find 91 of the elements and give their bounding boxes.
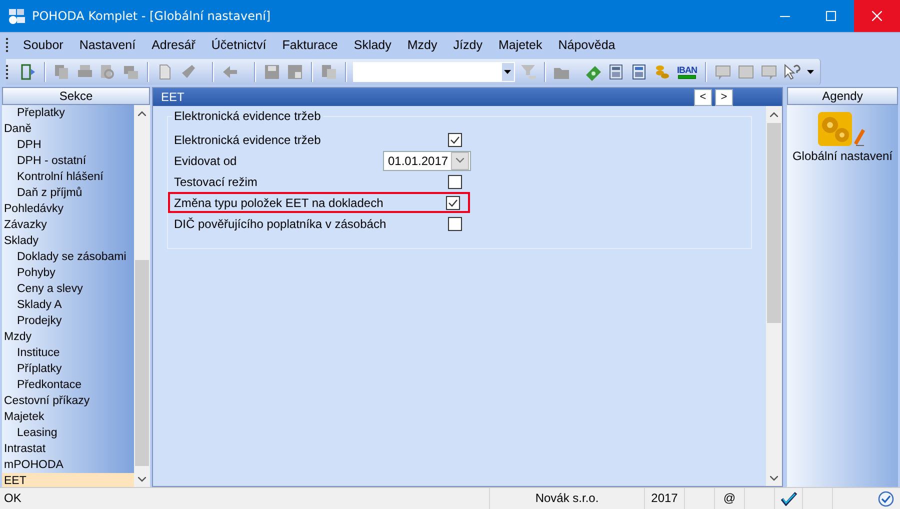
section-item[interactable]: Kontrolní hlášení xyxy=(2,169,134,185)
option-label: DIČ pověřujícího poplatníka v zásobách xyxy=(174,216,386,230)
section-item[interactable]: Pohyby xyxy=(2,265,134,281)
app-icon xyxy=(8,8,26,24)
calculator-icon[interactable] xyxy=(630,62,648,80)
check-circle-icon xyxy=(878,490,894,506)
section-item[interactable]: Daň z příjmů xyxy=(2,185,134,201)
toolbar-combo[interactable] xyxy=(353,62,515,82)
menu-item[interactable]: Nastavení xyxy=(71,38,144,52)
date-field[interactable]: 01.01.2017 xyxy=(383,150,471,170)
message-icon[interactable] xyxy=(737,62,755,80)
section-item[interactable]: Pohledávky xyxy=(2,201,134,217)
company-name: Novák s.r.o. xyxy=(490,488,645,509)
scroll-thumb[interactable] xyxy=(767,123,781,323)
menu-item[interactable]: Nápověda xyxy=(550,38,624,52)
pen-check-icon xyxy=(780,492,796,506)
scroll-up-icon[interactable] xyxy=(138,111,146,116)
agenda-item[interactable]: Globální nastavení xyxy=(792,149,893,163)
section-item[interactable]: Sklady A xyxy=(2,297,134,313)
menu-item[interactable]: Mzdy xyxy=(399,38,446,52)
section-item[interactable]: Ceny a slevy xyxy=(2,281,134,297)
menu-item[interactable]: Sklady xyxy=(346,38,400,52)
save-icon[interactable] xyxy=(263,62,281,80)
checkbox[interactable] xyxy=(446,196,460,210)
scroll-thumb[interactable] xyxy=(135,260,149,466)
section-item[interactable]: Intrastat xyxy=(2,441,134,457)
calculator-icon[interactable] xyxy=(607,62,625,80)
accounting-year: 2017 xyxy=(645,488,685,509)
option-label: Evidovat od xyxy=(174,154,237,168)
help-pointer-icon[interactable] xyxy=(783,62,803,80)
section-item[interactable]: Přeplatky xyxy=(2,105,134,121)
previous-button[interactable]: < xyxy=(694,88,712,106)
filter-icon[interactable] xyxy=(519,62,537,80)
section-item[interactable]: mPOHODA xyxy=(2,457,134,473)
section-item[interactable]: Předkontace xyxy=(2,377,134,393)
checkbox[interactable] xyxy=(448,132,462,146)
checkbox[interactable] xyxy=(448,174,462,188)
maximize-icon xyxy=(826,11,836,21)
menu-item[interactable]: Účetnictví xyxy=(203,38,274,52)
menu-item[interactable]: Jízdy xyxy=(445,38,490,52)
save-all-icon[interactable] xyxy=(286,62,304,80)
section-header: Sekce xyxy=(2,87,150,105)
check-icon xyxy=(450,136,460,144)
section-item[interactable]: Závazky xyxy=(2,217,134,233)
message-icon[interactable] xyxy=(760,62,778,80)
agenda-header: Agendy xyxy=(787,87,898,105)
option-label: Elektronická evidence tržeb xyxy=(174,132,321,146)
window-title: POHODA Komplet - [Globální nastavení] xyxy=(32,9,271,23)
scroll-down-icon[interactable] xyxy=(770,476,778,481)
menu-item[interactable]: Adresář xyxy=(144,38,204,52)
menu-item[interactable]: Majetek xyxy=(490,38,550,52)
checkbox[interactable] xyxy=(448,216,462,230)
menu-item[interactable]: Soubor xyxy=(15,38,72,52)
preview-icon[interactable] xyxy=(99,62,117,80)
scroll-up-icon[interactable] xyxy=(770,112,778,117)
door-icon[interactable] xyxy=(19,62,37,80)
grip-icon xyxy=(6,64,9,80)
coins-icon[interactable] xyxy=(653,62,671,80)
section-item[interactable]: Cestovní příkazy xyxy=(2,393,134,409)
copy-icon[interactable] xyxy=(53,62,71,80)
next-button[interactable]: > xyxy=(715,88,733,106)
status-message: OK xyxy=(0,488,490,509)
section-item[interactable]: Prodejky xyxy=(2,313,134,329)
section-item[interactable]: Majetek xyxy=(2,409,134,425)
dropdown-arrow-icon[interactable] xyxy=(807,70,814,74)
clipboard-icon[interactable] xyxy=(320,62,338,80)
menu-item[interactable]: Fakturace xyxy=(274,38,346,52)
panel-title: EET xyxy=(160,90,186,104)
grip-icon xyxy=(6,37,9,53)
check-icon xyxy=(448,198,458,206)
message-icon[interactable] xyxy=(714,62,732,80)
section-item[interactable]: Sklady xyxy=(2,233,134,249)
dropdown-button[interactable] xyxy=(451,152,469,170)
scrollbar[interactable] xyxy=(134,105,150,487)
chevron-down-icon xyxy=(456,158,464,163)
close-icon xyxy=(872,11,882,21)
section-item[interactable]: DPH - ostatní xyxy=(2,153,134,169)
section-item[interactable]: Leasing xyxy=(2,425,134,441)
group-title: Elektronická evidence tržeb xyxy=(172,109,323,123)
section-item[interactable]: Instituce xyxy=(2,345,134,361)
section-item[interactable]: Doklady se zásobami xyxy=(2,249,134,265)
section-item[interactable]: Daně xyxy=(2,121,134,137)
option-label: Změna typu položek EET na dokladech xyxy=(174,196,384,210)
scroll-down-icon[interactable] xyxy=(138,477,146,482)
section-item[interactable]: DPH xyxy=(2,137,134,153)
option-label: Testovací režim xyxy=(174,174,258,188)
email-indicator: @ xyxy=(715,488,745,509)
dropdown-arrow-icon xyxy=(504,70,511,74)
section-item[interactable]: Příplatky xyxy=(2,361,134,377)
section-item[interactable]: Mzdy xyxy=(2,329,134,345)
scrollbar[interactable] xyxy=(766,106,782,486)
